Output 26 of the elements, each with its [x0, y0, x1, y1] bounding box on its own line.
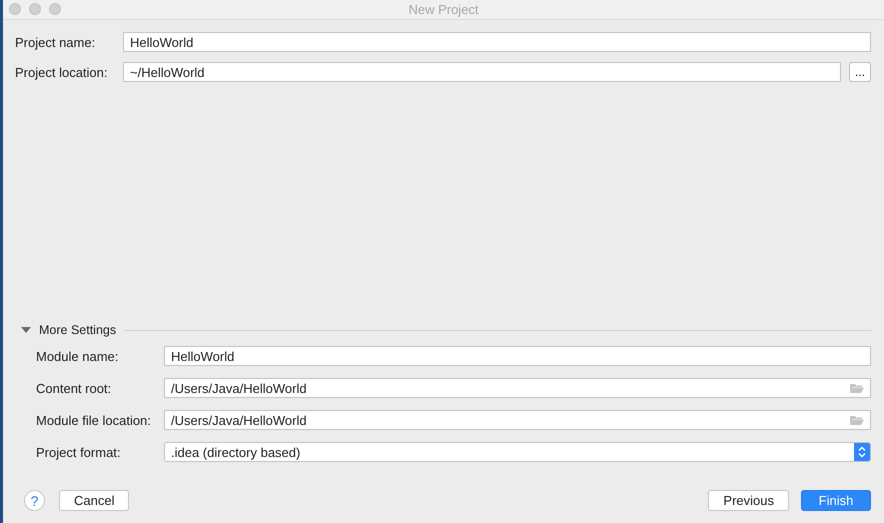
disclosure-triangle-icon[interactable]	[21, 326, 31, 334]
field-label: Project location:	[15, 64, 108, 80]
folder-icon[interactable]	[850, 382, 864, 394]
dropdown-arrows-icon	[854, 443, 870, 461]
input-field[interactable]: HelloWorld	[123, 32, 871, 52]
folder-icon[interactable]	[850, 414, 864, 426]
input-field[interactable]: HelloWorld	[164, 346, 871, 366]
field-label: Module name:	[36, 348, 120, 364]
field-label: Content root:	[36, 380, 112, 396]
finish-button[interactable]: Finish	[801, 490, 871, 511]
window-control-button[interactable]	[9, 3, 21, 15]
input-field[interactable]: /Users/Java/HelloWorld	[164, 378, 871, 398]
input-field[interactable]: ~/HelloWorld	[123, 62, 841, 82]
input-field[interactable]: /Users/Java/HelloWorld	[164, 410, 871, 430]
section-title[interactable]: More Settings	[39, 323, 116, 337]
dropdown[interactable]: .idea (directory based)	[164, 442, 871, 462]
dialog-button[interactable]: Cancel	[59, 490, 130, 511]
help-button[interactable]: ?	[24, 490, 45, 511]
field-label: Project format:	[36, 444, 122, 460]
dialog-button[interactable]: Previous	[708, 490, 789, 511]
window-title: New Project	[408, 2, 479, 17]
window-control-button[interactable]	[49, 3, 61, 15]
browse-button[interactable]: ...	[849, 62, 871, 82]
field-label: Module file location:	[36, 412, 152, 428]
window-control-button[interactable]	[29, 3, 41, 15]
field-label: Project name:	[15, 34, 96, 50]
